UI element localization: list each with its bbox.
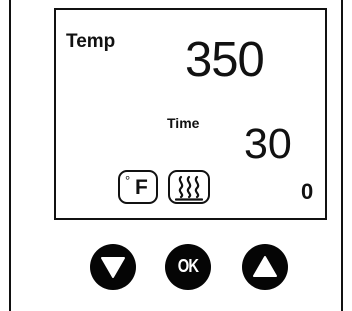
display-screen: Temp 350 Time 30 ° F 0: [54, 8, 327, 220]
counter-value: 0: [301, 179, 314, 204]
heat-waves-icon: [168, 170, 210, 204]
ok-button-label: OK: [177, 256, 199, 276]
triangle-up-icon: [253, 256, 277, 277]
time-label: Time: [167, 115, 200, 131]
time-value: 30: [244, 120, 292, 168]
heat-waves-glyph: [175, 175, 203, 201]
temp-label: Temp: [66, 31, 116, 52]
ok-button[interactable]: OK: [165, 244, 211, 290]
unit-letter: F: [135, 176, 148, 199]
temp-value: 350: [185, 33, 265, 87]
degree-symbol: °: [125, 173, 131, 188]
up-button[interactable]: [242, 244, 288, 290]
fahrenheit-unit-icon: ° F: [118, 170, 158, 204]
down-button[interactable]: [90, 244, 136, 290]
control-panel: Temp 350 Time 30 ° F 0 OK: [9, 0, 343, 311]
triangle-down-icon: [101, 257, 125, 278]
